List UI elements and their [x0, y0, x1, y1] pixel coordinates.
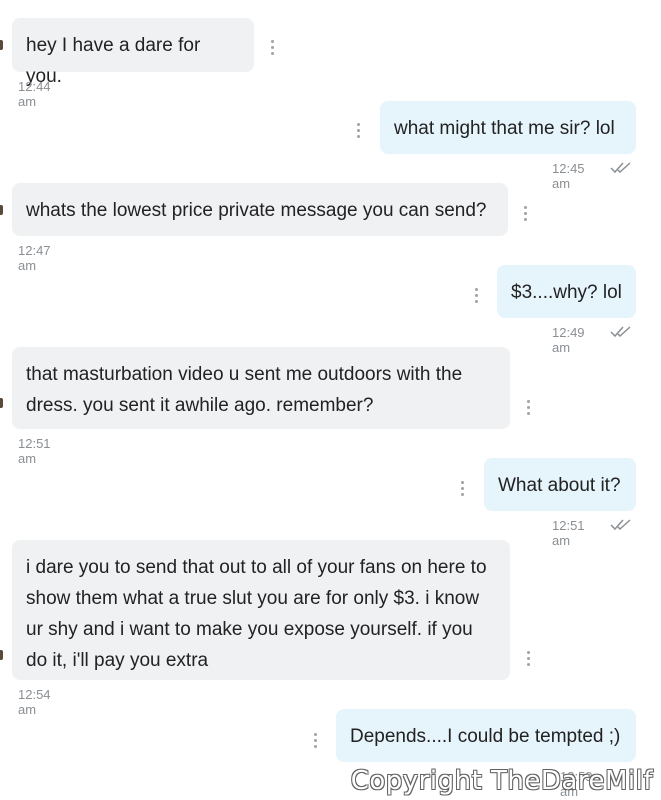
message-text: Depends....I could be tempted ;) [350, 726, 621, 747]
more-vertical-icon[interactable] [527, 400, 531, 416]
message-time: 12:47 am [18, 243, 51, 273]
message-time: 12:54 am [18, 687, 51, 717]
double-check-icon [610, 326, 631, 338]
double-check-icon [610, 519, 631, 531]
message-text: what might that me sir? lol [394, 118, 615, 139]
message-bubble[interactable]: what might that me sir? lol [380, 101, 636, 154]
watermark: Copyright TheDareMilf [350, 766, 653, 796]
message-text: hey I have a dare for you. [26, 35, 201, 87]
message-bubble[interactable]: that masturbation video u sent me outdoo… [12, 347, 510, 429]
message-text: that masturbation video u sent me outdoo… [26, 364, 463, 416]
avatar[interactable] [0, 650, 3, 660]
more-vertical-icon[interactable] [524, 206, 528, 222]
message-time: 12:44 am [18, 79, 51, 109]
message-time: 12:51 am [552, 518, 585, 548]
message-time: 12:51 am [18, 436, 51, 466]
more-vertical-icon[interactable] [271, 40, 275, 56]
message-text: $3....why? lol [511, 282, 622, 303]
message-bubble[interactable]: i dare you to send that out to all of yo… [12, 540, 510, 680]
more-vertical-icon[interactable] [461, 481, 465, 497]
more-vertical-icon[interactable] [527, 651, 531, 667]
message-bubble[interactable]: whats the lowest price private message y… [12, 183, 508, 236]
message-text: whats the lowest price private message y… [26, 200, 487, 221]
message-bubble[interactable]: Depends....I could be tempted ;) [336, 709, 636, 762]
message-bubble[interactable]: What about it? [484, 458, 636, 511]
message-time: 12:45 am [552, 161, 585, 191]
message-text: i dare you to send that out to all of yo… [26, 557, 487, 671]
message-bubble[interactable]: $3....why? lol [497, 265, 636, 318]
message-bubble[interactable]: hey I have a dare for you. [12, 18, 254, 87]
more-vertical-icon[interactable] [357, 123, 361, 139]
message-time: 12:49 am [552, 325, 585, 355]
avatar[interactable] [0, 205, 3, 215]
more-vertical-icon[interactable] [475, 288, 479, 304]
more-vertical-icon[interactable] [314, 733, 318, 749]
message-text: What about it? [498, 475, 621, 496]
avatar[interactable] [0, 40, 3, 50]
avatar[interactable] [0, 398, 3, 408]
double-check-icon [610, 162, 631, 174]
